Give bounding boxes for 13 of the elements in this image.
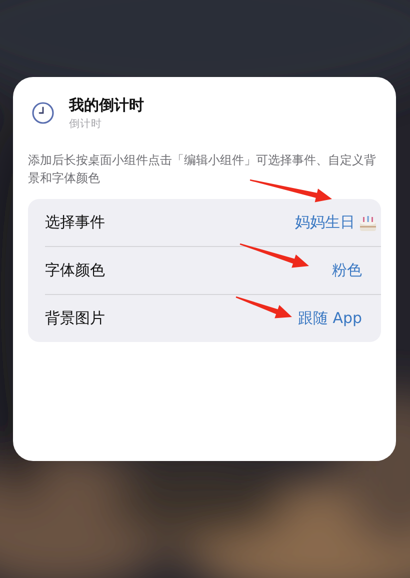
widget-subtitle: 倒计时 (69, 117, 103, 131)
description-text: 添加后长按桌面小组件点击「编辑小组件」可选择事件、自定义背景和字体颜色 (28, 152, 377, 187)
setting-label: 背景图片 (45, 309, 106, 328)
widget-title: 我的倒计时 (69, 95, 144, 115)
setting-value[interactable]: 妈妈生日 (295, 213, 355, 232)
annotation-arrow (240, 243, 309, 268)
setting-label: 字体颜色 (45, 261, 106, 280)
settings-row[interactable]: 背景图片 跟随 App (45, 295, 381, 342)
clock-icon (31, 101, 55, 125)
setting-label: 选择事件 (45, 213, 106, 232)
setting-value[interactable]: 粉色 (332, 261, 362, 280)
setting-value[interactable]: 跟随 App (298, 309, 362, 328)
annotation-arrow (236, 296, 292, 318)
